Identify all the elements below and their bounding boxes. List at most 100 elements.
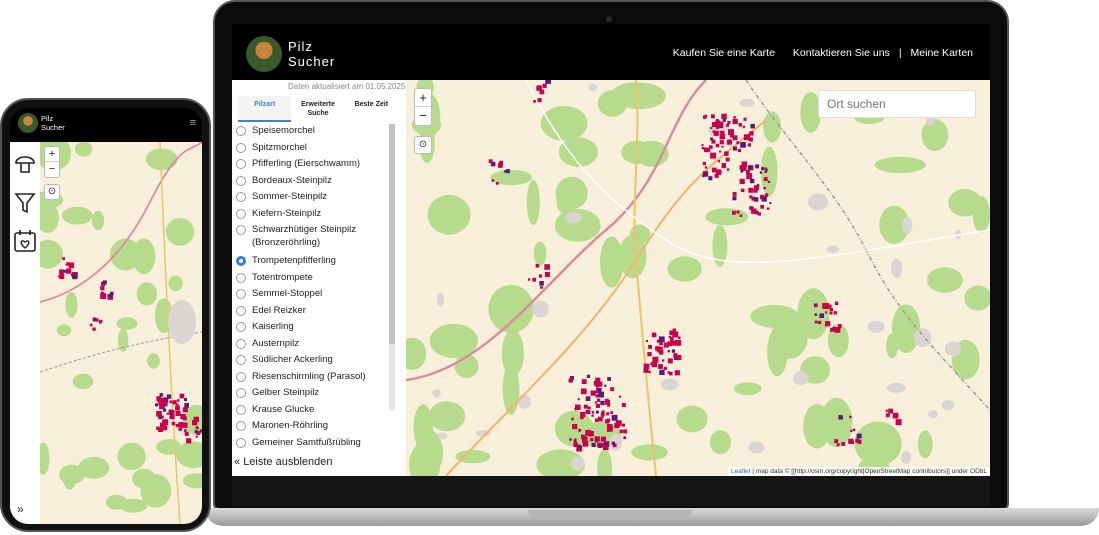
mushroom-spot[interactable] <box>713 130 719 136</box>
radio-button[interactable] <box>236 289 246 299</box>
mushroom-spot[interactable] <box>194 430 198 434</box>
mushroom-spot[interactable] <box>195 435 198 438</box>
mushroom-spot[interactable] <box>710 127 713 130</box>
mushroom-spot[interactable] <box>739 178 745 184</box>
radio-button[interactable] <box>236 371 246 382</box>
mushroom-spot[interactable] <box>571 417 574 421</box>
mushroom-spot[interactable] <box>598 416 603 422</box>
mushroom-spot[interactable] <box>590 438 594 442</box>
mushroom-spot[interactable] <box>575 404 581 411</box>
mushroom-spot[interactable] <box>710 152 717 159</box>
mushroom-spot[interactable] <box>505 169 510 174</box>
radio-button[interactable] <box>236 355 246 365</box>
mushroom-spot[interactable] <box>825 311 828 314</box>
mushroom-spot[interactable] <box>600 400 605 406</box>
mushroom-spot[interactable] <box>605 419 610 424</box>
mushroom-spot[interactable] <box>176 403 179 406</box>
mushroom-spot[interactable] <box>100 286 105 291</box>
mushroom-spot[interactable] <box>110 291 114 296</box>
mushroom-spot[interactable] <box>711 167 717 173</box>
mushroom-spot[interactable] <box>732 196 737 201</box>
double-chevron-right-icon[interactable]: » <box>17 502 24 516</box>
mushroom-spot[interactable] <box>619 429 624 433</box>
mushroom-spot[interactable] <box>537 98 542 103</box>
mushroom-spot[interactable] <box>606 412 610 416</box>
mushroom-spot[interactable] <box>610 387 615 392</box>
phone-zoom-in-button[interactable]: + <box>45 147 59 162</box>
mushroom-spot[interactable] <box>596 410 599 414</box>
mushroom-spot[interactable] <box>573 439 577 443</box>
radio-button[interactable] <box>236 225 246 235</box>
mushroom-spot[interactable] <box>156 426 160 431</box>
mushroom-spot[interactable] <box>169 414 175 420</box>
mushroom-spot[interactable] <box>755 164 760 169</box>
mushroom-spot[interactable] <box>597 398 601 402</box>
mushroom-spot[interactable] <box>186 438 192 444</box>
radio-button[interactable] <box>236 159 246 169</box>
mushroom-spot[interactable] <box>495 181 499 185</box>
mushroom-spot[interactable] <box>841 442 846 446</box>
mushroom-spot[interactable] <box>678 336 681 340</box>
mushroom-spot[interactable] <box>819 313 824 318</box>
mushroom-spot[interactable] <box>852 428 856 432</box>
mushroom-spot[interactable] <box>673 353 678 358</box>
mushroom-spot[interactable] <box>169 400 173 404</box>
mushroom-spot[interactable] <box>743 117 747 121</box>
mushroom-spot[interactable] <box>572 424 578 430</box>
mushroom-spot[interactable] <box>703 115 707 119</box>
mushroom-spot[interactable] <box>667 350 670 353</box>
mushroom-spot[interactable] <box>747 165 753 170</box>
mushroom-spot[interactable] <box>650 362 654 366</box>
mushroom-spot[interactable] <box>491 179 495 182</box>
mushroom-spot[interactable] <box>736 141 740 145</box>
mushroom-spot[interactable] <box>585 396 591 401</box>
map-view[interactable]: + − ⊙ Leaflet | map data © [[http://osm.… <box>406 80 990 476</box>
mushroom-spot[interactable] <box>703 172 707 177</box>
mushroom-spot[interactable] <box>607 403 611 407</box>
mushroom-spot[interactable] <box>667 358 673 364</box>
mushroom-spot[interactable] <box>573 442 578 448</box>
mushroom-spot[interactable] <box>586 374 591 378</box>
mushroom-spot[interactable] <box>192 420 198 426</box>
mushroom-spot[interactable] <box>740 169 744 173</box>
mushroom-spot[interactable] <box>600 412 605 417</box>
mushroom-spot[interactable] <box>838 325 841 329</box>
nav-buy-map[interactable]: Kaufen Sie eine Karte <box>664 47 784 59</box>
mushroom-spot[interactable] <box>100 319 103 322</box>
species-option[interactable]: Totentrompete <box>236 271 394 288</box>
mushroom-spot[interactable] <box>763 186 766 190</box>
mushroom-spot[interactable] <box>885 413 890 418</box>
mushroom-spot[interactable] <box>156 411 162 417</box>
mushroom-spot[interactable] <box>739 214 743 217</box>
mushroom-spot[interactable] <box>737 148 741 152</box>
mushroom-spot[interactable] <box>581 434 586 440</box>
mushroom-spot[interactable] <box>701 146 705 150</box>
mushroom-spot[interactable] <box>670 340 676 346</box>
mushroom-spot[interactable] <box>749 195 753 199</box>
mushroom-spot[interactable] <box>603 444 609 451</box>
mushroom-spot[interactable] <box>578 429 582 432</box>
mushroom-spot[interactable] <box>726 168 730 171</box>
mushroom-spot[interactable] <box>175 405 180 411</box>
mushroom-spot[interactable] <box>736 210 740 214</box>
mushroom-spot[interactable] <box>721 113 727 120</box>
mushroom-spot[interactable] <box>623 436 627 439</box>
mushroom-spot[interactable] <box>89 323 93 327</box>
mushroom-spot[interactable] <box>591 414 594 417</box>
mushroom-spot[interactable] <box>658 350 664 355</box>
mushroom-spot[interactable] <box>179 393 185 399</box>
radio-button[interactable] <box>236 208 246 219</box>
mushroom-spot[interactable] <box>836 443 840 447</box>
mushroom-spot[interactable] <box>663 366 667 370</box>
mushroom-icon[interactable] <box>13 150 37 176</box>
mushroom-spot[interactable] <box>58 275 61 278</box>
mushroom-spot[interactable] <box>717 160 721 163</box>
mushroom-spot[interactable] <box>825 321 831 327</box>
nav-contact[interactable]: Kontaktieren Sie uns <box>784 47 899 59</box>
mushroom-spot[interactable] <box>544 272 550 277</box>
mushroom-spot[interactable] <box>161 415 164 419</box>
mushroom-spot[interactable] <box>591 411 595 414</box>
species-option[interactable]: Kiefern-Steinpilz <box>236 207 394 224</box>
locate-button[interactable]: ⊙ <box>414 136 432 154</box>
mushroom-spot[interactable] <box>674 370 680 376</box>
